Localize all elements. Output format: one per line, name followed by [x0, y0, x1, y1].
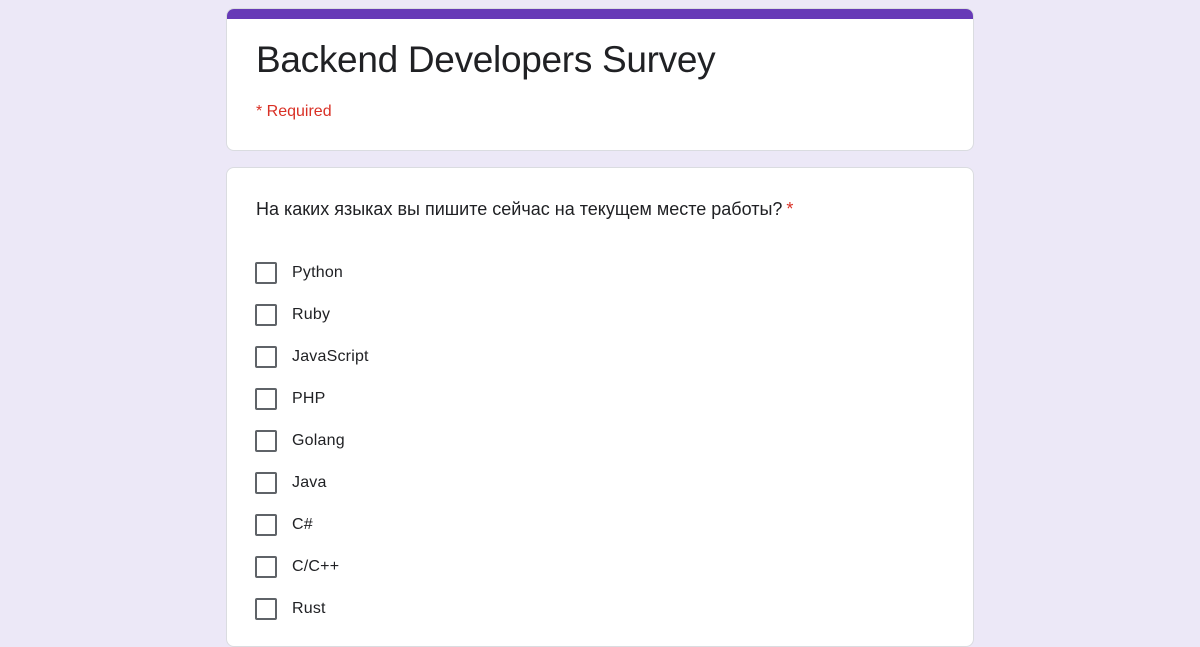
option-label: Ruby — [292, 306, 331, 323]
checkbox-icon[interactable] — [255, 346, 277, 368]
option-ruby[interactable]: Ruby — [255, 294, 369, 336]
form-title: Backend Developers Survey — [256, 39, 716, 80]
option-csharp[interactable]: C# — [255, 504, 369, 546]
checkbox-icon[interactable] — [255, 556, 277, 578]
checkbox-icon[interactable] — [255, 472, 277, 494]
option-rust[interactable]: Rust — [255, 588, 369, 630]
theme-accent-bar — [227, 9, 973, 19]
question-text: На каких языках вы пишите сейчас на теку… — [256, 199, 783, 219]
option-java[interactable]: Java — [255, 462, 369, 504]
option-label: Golang — [292, 432, 345, 449]
option-label: Rust — [292, 600, 326, 617]
question-title: На каких языках вы пишите сейчас на теку… — [256, 199, 793, 220]
option-php[interactable]: PHP — [255, 378, 369, 420]
option-python[interactable]: Python — [255, 252, 369, 294]
option-label: PHP — [292, 390, 326, 407]
option-javascript[interactable]: JavaScript — [255, 336, 369, 378]
option-label: C# — [292, 516, 313, 533]
required-asterisk: * — [786, 199, 794, 219]
option-golang[interactable]: Golang — [255, 420, 369, 462]
option-c-cpp[interactable]: C/C++ — [255, 546, 369, 588]
checkbox-icon[interactable] — [255, 514, 277, 536]
form-header-card: Backend Developers Survey * Required — [226, 8, 974, 151]
checkbox-icon[interactable] — [255, 598, 277, 620]
required-note: * Required — [256, 103, 332, 120]
option-label: C/C++ — [292, 558, 340, 575]
checkbox-options-list: Python Ruby JavaScript PHP Golang Java C… — [255, 252, 369, 630]
question-card: На каких языках вы пишите сейчас на теку… — [226, 167, 974, 647]
checkbox-icon[interactable] — [255, 388, 277, 410]
checkbox-icon[interactable] — [255, 262, 277, 284]
checkbox-icon[interactable] — [255, 304, 277, 326]
option-label: Python — [292, 264, 344, 281]
option-label: Java — [292, 474, 327, 491]
checkbox-icon[interactable] — [255, 430, 277, 452]
option-label: JavaScript — [292, 348, 369, 365]
